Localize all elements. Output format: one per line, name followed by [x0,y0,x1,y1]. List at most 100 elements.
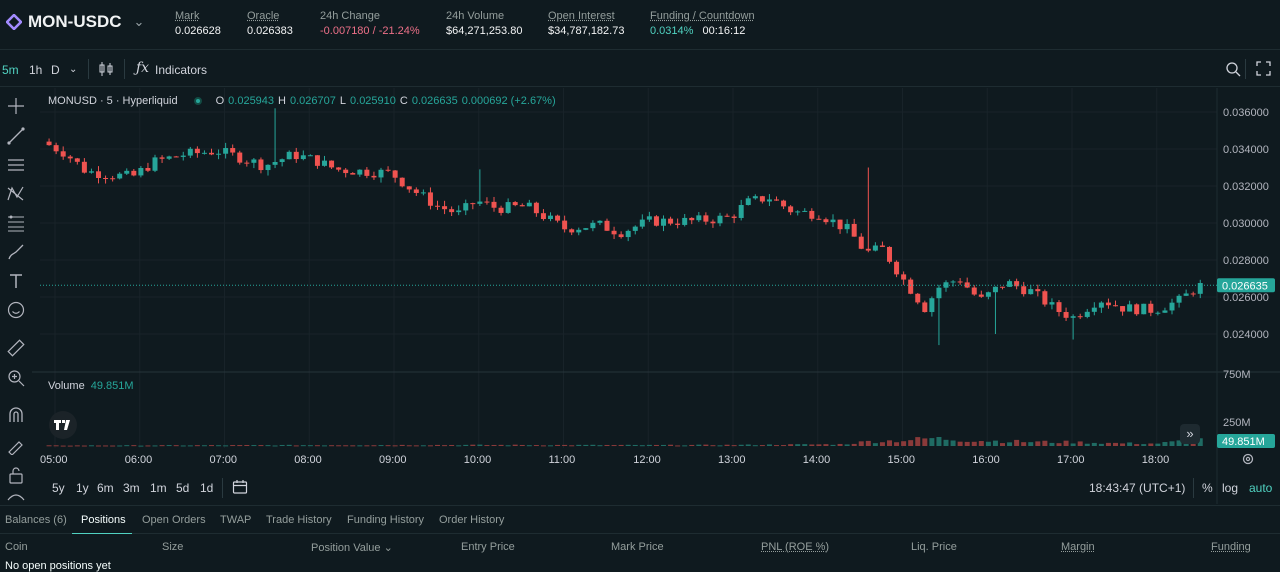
monad-logo-icon [6,14,22,30]
tab-balances[interactable]: Balances (6) [5,514,67,526]
text-icon[interactable] [6,271,26,291]
tab-positions[interactable]: Positions [81,514,126,526]
indicators-fx-icon[interactable]: ƒx [136,60,149,76]
toolbar-divider [1245,59,1246,79]
candle-body [484,201,490,203]
col-mark-price[interactable]: Mark Price [611,541,664,553]
col-funding[interactable]: Funding [1211,541,1251,553]
candle-body [209,152,215,155]
range-1m[interactable]: 1m [150,481,167,495]
indicators-button[interactable]: Indicators [155,63,207,77]
candle-body [738,205,744,218]
tab-funding-history[interactable]: Funding History [347,514,424,526]
volume-bar [943,439,949,446]
candle-body [180,155,186,157]
brush-icon[interactable] [6,242,26,262]
timeframe-1h[interactable]: 1h [29,63,42,77]
range-1y[interactable]: 1y [76,481,89,495]
clock-timezone[interactable]: 18:43:47 (UTC+1) [1089,481,1185,495]
go-to-date-icon[interactable] [232,479,249,495]
candle-body [1007,281,1013,287]
last-volume-label: 49.851M [1222,436,1265,448]
volume-bar [442,445,448,447]
pair-selector[interactable]: MON-USDC ⌄ [6,12,144,32]
candle-body [837,219,843,230]
candle-body [53,145,59,152]
tab-order-history[interactable]: Order History [439,514,504,526]
volume-bar [209,445,215,447]
volume-bar [752,445,758,447]
scroll-to-realtime-button[interactable]: » [1180,424,1200,444]
pattern-icon[interactable] [6,184,26,204]
zoom-in-icon[interactable] [6,368,26,388]
range-3m[interactable]: 3m [123,481,140,495]
candle-body [399,177,405,187]
col-margin[interactable]: Margin [1061,541,1095,553]
fib-icon[interactable] [6,213,26,233]
timeframe-d[interactable]: D [51,63,60,77]
timeframe-5m[interactable]: 5m [2,63,19,77]
candle-body [1141,303,1147,315]
col-position-value[interactable]: Position Value ⌄ [311,541,393,554]
time-axis-label: 09:00 [379,454,407,466]
col-pnl[interactable]: PNL (ROE %) [761,541,829,553]
candle-body [872,245,878,251]
volume-bar [802,444,808,446]
percent-toggle[interactable]: % [1202,481,1213,495]
range-5y[interactable]: 5y [52,481,65,495]
candle-body [901,274,907,280]
tab-open-orders[interactable]: Open Orders [142,514,206,526]
range-6m[interactable]: 6m [97,481,114,495]
candle-body [590,222,596,229]
zoom-search-icon[interactable] [1225,61,1241,77]
col-size[interactable]: Size [162,541,183,553]
volume-bar [745,444,751,446]
legend-symbol: MONUSD · 5 · Hyperliquid [48,95,178,107]
candle-body [1056,302,1062,313]
candle-body [1098,302,1104,308]
price-axis-label: 0.032000 [1223,181,1269,193]
emoji-icon[interactable] [6,300,26,320]
candle-body [639,219,645,227]
volume-bar [237,445,243,447]
tab-twap[interactable]: TWAP [220,514,251,526]
col-liq-price[interactable]: Liq. Price [911,541,957,553]
volume-bar [138,445,144,447]
volume-bar [307,445,313,447]
auto-toggle[interactable]: auto [1249,481,1272,495]
timeframe-chevron-down-icon[interactable]: ⌄ [69,64,77,75]
tradingview-logo[interactable] [49,411,77,439]
log-toggle[interactable]: log [1222,481,1238,495]
ruler-icon[interactable] [6,338,26,358]
range-bar: 5y 1y 6m 3m 1m 5d 1d 18:43:47 (UTC+1) % … [0,472,1280,504]
fullscreen-icon[interactable] [1256,61,1271,76]
time-axis-label: 17:00 [1057,454,1085,466]
range-5d[interactable]: 5d [176,481,189,495]
candle-body [152,157,158,171]
crosshair-icon[interactable] [6,96,26,116]
price-chart[interactable]: 0.036000 0.034000 0.032000 0.030000 0.028000… [32,88,1280,504]
candle-body [244,162,250,164]
volume-bar [597,445,603,447]
col-entry-price[interactable]: Entry Price [461,541,515,553]
volume-bar [329,445,335,447]
magnet-icon[interactable] [6,406,26,426]
volume-bar [576,444,582,446]
lock-drawing-icon[interactable] [6,435,26,455]
volume-bar [258,445,264,447]
settings-gear-icon[interactable] [1240,451,1256,467]
candle-body [357,169,363,175]
candle-type-icon[interactable] [98,61,114,77]
volume-bar [60,445,66,447]
horizontal-lines-icon[interactable] [6,155,26,175]
trend-line-icon[interactable] [6,126,26,146]
volume-bar [759,445,765,447]
volume-bar [604,444,610,446]
volume-bar [985,441,991,446]
tab-trade-history[interactable]: Trade History [266,514,332,526]
range-1d[interactable]: 1d [200,481,213,495]
volume-bar [145,445,151,447]
volume-bar [470,444,476,446]
col-coin[interactable]: Coin [5,541,28,553]
volume-legend-label: Volume [48,380,85,392]
